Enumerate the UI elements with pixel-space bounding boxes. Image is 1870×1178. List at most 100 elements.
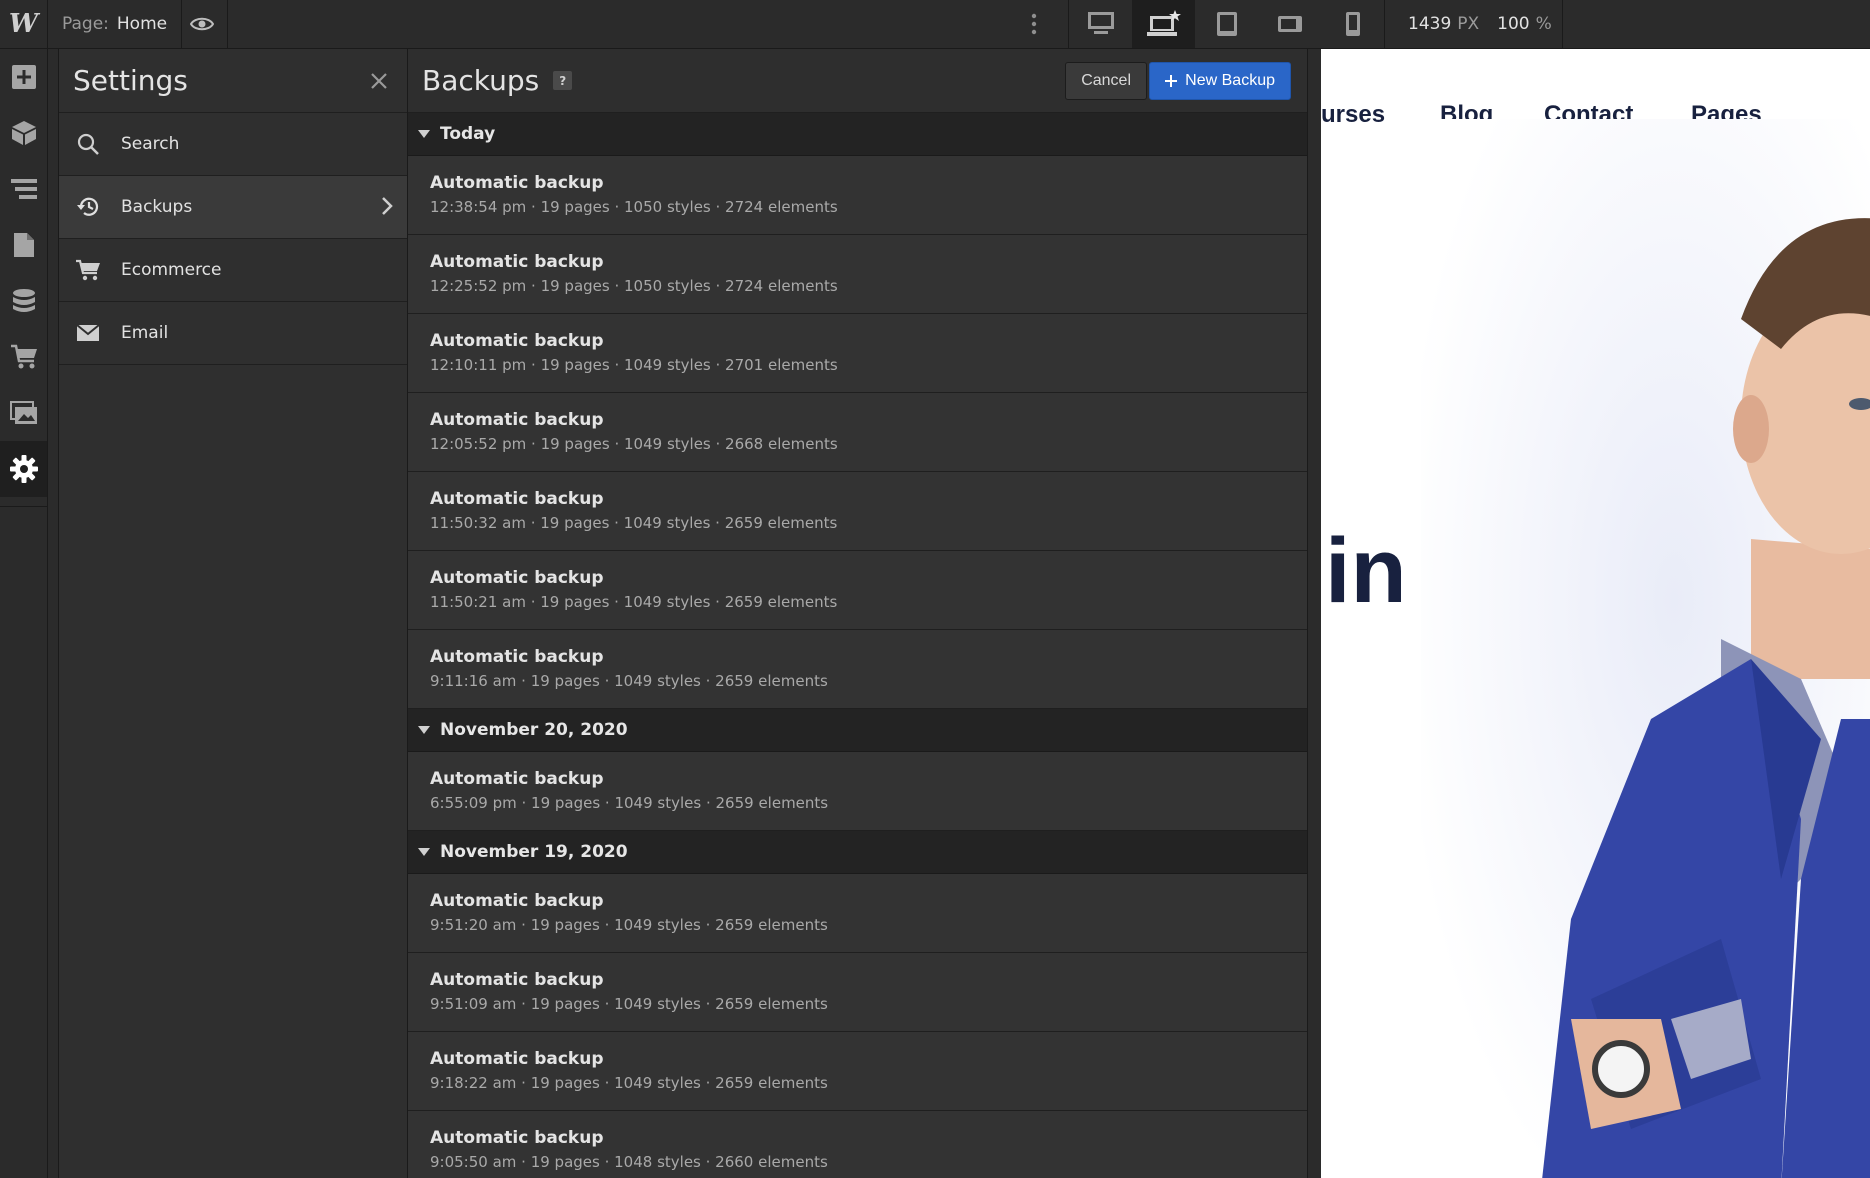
backup-name: Automatic backup xyxy=(430,568,604,588)
rail-ecommerce[interactable] xyxy=(0,329,47,385)
backup-name: Automatic backup xyxy=(430,1128,604,1148)
webflow-logo[interactable]: W xyxy=(0,0,48,48)
hero-heading-fragment[interactable]: in xyxy=(1325,519,1407,624)
backup-row[interactable]: Automatic backup 9:18:22 am · 19 pages · … xyxy=(408,1032,1307,1111)
backup-meta: 12:25:52 pm · 19 pages · 1050 styles · 2… xyxy=(430,277,838,295)
backup-row[interactable]: Automatic backup 11:50:21 am · 19 pages ·… xyxy=(408,551,1307,630)
backup-meta: 11:50:32 am · 19 pages · 1049 styles · 2… xyxy=(430,514,838,532)
close-settings-button[interactable] xyxy=(365,67,393,95)
backup-row[interactable]: Automatic backup 9:05:50 am · 19 pages · … xyxy=(408,1111,1307,1178)
rail-components[interactable] xyxy=(0,105,47,161)
settings-item-label: Email xyxy=(121,323,169,343)
rail-assets[interactable] xyxy=(0,385,47,441)
preview-button[interactable] xyxy=(176,0,228,48)
add-icon xyxy=(11,65,36,89)
backup-row[interactable]: Automatic backup 12:38:54 pm · 19 pages ·… xyxy=(408,156,1307,235)
backup-meta: 12:05:52 pm · 19 pages · 1049 styles · 2… xyxy=(430,435,838,453)
plus-icon xyxy=(1165,75,1178,87)
backup-meta: 9:05:50 am · 19 pages · 1048 styles · 26… xyxy=(430,1153,828,1171)
pages-icon xyxy=(13,233,34,257)
breakpoint-mobile-portrait[interactable] xyxy=(1321,0,1384,48)
logo-text: W xyxy=(8,9,39,39)
cms-icon xyxy=(12,289,35,312)
history-icon xyxy=(77,197,99,216)
desktop-icon xyxy=(1087,12,1114,34)
rail-settings[interactable] xyxy=(0,441,47,497)
rail-pages[interactable] xyxy=(0,217,47,273)
hero-person-image[interactable] xyxy=(1421,119,1870,1178)
backup-meta: 9:18:22 am · 19 pages · 1049 styles · 26… xyxy=(430,1074,828,1092)
page-selector-value: Home xyxy=(116,14,168,34)
settings-item-ecommerce[interactable]: Ecommerce xyxy=(59,239,407,302)
rail-cms[interactable] xyxy=(0,273,47,329)
backup-row[interactable]: Automatic backup 9:51:20 am · 19 pages · … xyxy=(408,874,1307,953)
eye-icon xyxy=(189,17,214,31)
cart-icon xyxy=(76,259,100,281)
settings-item-label: Ecommerce xyxy=(121,260,222,280)
zoom-value: 100 xyxy=(1497,14,1530,34)
backup-row[interactable]: Automatic backup 9:11:16 am · 19 pages · … xyxy=(408,630,1307,709)
mobile-landscape-icon xyxy=(1277,16,1302,32)
breakpoint-divider xyxy=(1384,0,1385,48)
assets-icon xyxy=(9,401,37,424)
new-backup-button[interactable]: New Backup xyxy=(1149,62,1291,100)
backup-row[interactable]: Automatic backup 9:51:09 am · 19 pages · … xyxy=(408,953,1307,1032)
backup-row[interactable]: Automatic backup 12:25:52 pm · 19 pages ·… xyxy=(408,235,1307,314)
settings-item-label: Search xyxy=(121,134,180,154)
backup-row[interactable]: Automatic backup 12:05:52 pm · 19 pages ·… xyxy=(408,393,1307,472)
left-toolbar xyxy=(0,49,48,1178)
rail-add-elements[interactable] xyxy=(0,49,47,105)
readout-divider xyxy=(1562,0,1563,48)
cancel-button[interactable]: Cancel xyxy=(1065,62,1147,100)
chevron-right-icon xyxy=(382,197,393,215)
cart-icon-wrap xyxy=(75,257,101,283)
ecommerce-icon xyxy=(10,344,37,369)
breakpoint-base[interactable] xyxy=(1132,0,1195,48)
settings-item-email[interactable]: Email xyxy=(59,302,407,365)
page-selector[interactable]: Page: Home xyxy=(48,0,183,48)
backup-name: Automatic backup xyxy=(430,331,604,351)
breakpoint-mobile-landscape[interactable] xyxy=(1258,0,1321,48)
backup-name: Automatic backup xyxy=(430,769,604,789)
backup-group-label: November 20, 2020 xyxy=(440,720,628,740)
settings-title: Settings xyxy=(73,64,188,97)
backup-meta: 12:10:11 pm · 19 pages · 1049 styles · 2… xyxy=(430,356,838,374)
canvas-size-readout[interactable]: 1439 PX 100 % xyxy=(1408,0,1564,48)
backup-row[interactable]: Automatic backup 11:50:32 am · 19 pages ·… xyxy=(408,472,1307,551)
top-bar: W Page: Home 1439 PX 100 % xyxy=(0,0,1870,49)
more-options-button[interactable] xyxy=(1016,0,1052,48)
settings-header: Settings xyxy=(59,49,407,113)
backup-row[interactable]: Automatic backup 12:10:11 pm · 19 pages ·… xyxy=(408,314,1307,393)
backup-row[interactable]: Automatic backup 6:55:09 pm · 19 pages · … xyxy=(408,752,1307,831)
backup-group-header[interactable]: November 20, 2020 xyxy=(408,709,1307,752)
mobile-portrait-icon xyxy=(1345,12,1360,36)
backup-name: Automatic backup xyxy=(430,489,604,509)
backups-title: Backups xyxy=(422,64,540,97)
new-backup-label: New Backup xyxy=(1185,72,1275,89)
caret-down-icon xyxy=(418,848,430,856)
backup-meta: 9:51:09 am · 19 pages · 1049 styles · 26… xyxy=(430,995,828,1013)
backup-group-header[interactable]: November 19, 2020 xyxy=(408,831,1307,874)
backups-panel: Backups ? Cancel New Backup Today Automa… xyxy=(408,49,1308,1178)
help-button[interactable]: ? xyxy=(553,71,573,90)
components-icon xyxy=(11,121,36,145)
backups-header: Backups ? Cancel New Backup xyxy=(408,49,1307,113)
backup-name: Automatic backup xyxy=(430,891,604,911)
breakpoint-desktop[interactable] xyxy=(1069,0,1132,48)
breakpoint-tablet[interactable] xyxy=(1195,0,1258,48)
rail-navigator[interactable] xyxy=(0,161,47,217)
backup-name: Automatic backup xyxy=(430,970,604,990)
backup-meta: 12:38:54 pm · 19 pages · 1050 styles · 2… xyxy=(430,198,838,216)
settings-item-search[interactable]: Search xyxy=(59,113,407,176)
settings-panel: Settings Search Backups Ecommerce Email xyxy=(58,49,408,1178)
design-canvas[interactable]: urses Blog Contact Pages in xyxy=(1321,49,1870,1178)
close-icon xyxy=(371,72,387,89)
history-icon-wrap xyxy=(75,194,101,220)
settings-item-label: Backups xyxy=(121,197,193,217)
search-icon-wrap xyxy=(75,131,101,157)
backup-group-header[interactable]: Today xyxy=(408,113,1307,156)
settings-item-backups[interactable]: Backups xyxy=(59,176,407,239)
nav-link-courses[interactable]: urses xyxy=(1321,101,1385,129)
navigator-icon xyxy=(10,179,37,199)
width-unit: PX xyxy=(1457,14,1480,34)
